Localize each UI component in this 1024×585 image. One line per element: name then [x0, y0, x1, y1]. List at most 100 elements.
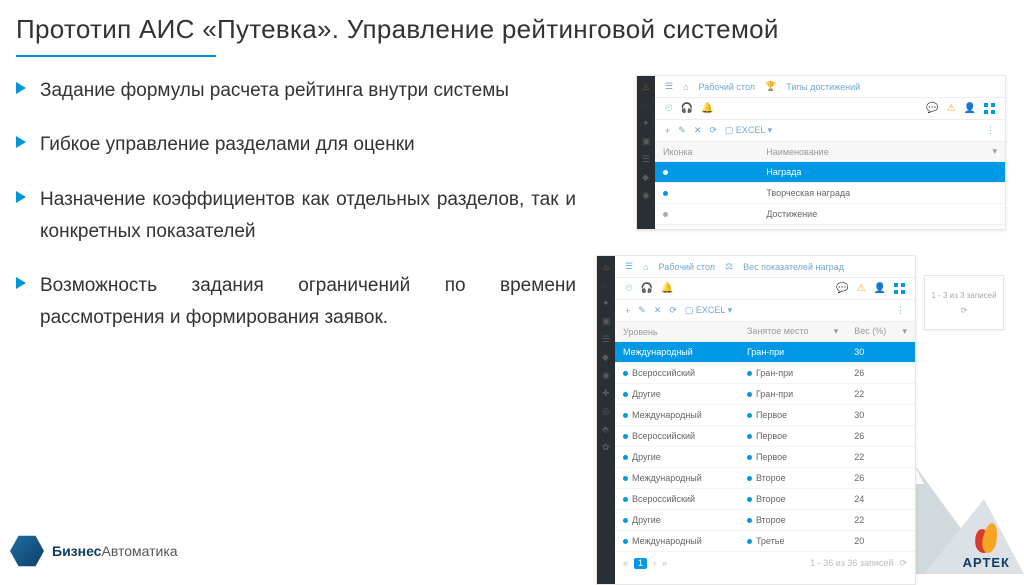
table-row[interactable]: Награда	[655, 162, 1005, 183]
sidebar: ♨ ◌ ✦ ▣ ☰ ◆ ◉ ✚ ◎ ⬘ ✿	[597, 256, 615, 584]
warn-icon[interactable]: ⚠	[947, 103, 956, 114]
bullet-list: Задание формулы расчета рейтинга внутри …	[16, 75, 576, 357]
table-row[interactable]: Достижение	[655, 204, 1005, 225]
logo-hex-icon	[10, 534, 44, 568]
bell-icon[interactable]: 🔔	[661, 283, 673, 294]
brand-text: БизнесАвтоматика	[52, 543, 178, 559]
table-row[interactable]: МеждународныйВторое26	[615, 468, 915, 489]
table-row[interactable]: ВсероссийскийПервое26	[615, 426, 915, 447]
headset-icon[interactable]: 🎧	[641, 283, 653, 294]
table-toolbar: + ✎ ✕ ⟳ ▢ EXCEL ▾ ⋮	[615, 300, 915, 322]
chat-icon[interactable]: 💬	[926, 103, 938, 114]
title-underline	[16, 55, 216, 57]
more-icon[interactable]: ⋮	[896, 305, 905, 316]
breadcrumb-item[interactable]: Вес показателей наград	[743, 262, 844, 272]
artek-text: АРТЕК	[963, 555, 1010, 570]
page-current[interactable]: 1	[634, 558, 647, 569]
col-name[interactable]: Наименование	[758, 142, 984, 162]
sidebar-item[interactable]: ✦	[602, 298, 610, 306]
flame-icon[interactable]: ♨	[602, 262, 610, 270]
sidebar-item[interactable]: ✦	[642, 118, 650, 126]
bullet-icon	[16, 82, 26, 94]
table-row[interactable]: ВсероссийскийВторое24	[615, 489, 915, 510]
sidebar-item[interactable]: ▣	[602, 316, 610, 324]
table-row[interactable]: МеждународныйГран-при30	[615, 342, 915, 363]
sidebar-item[interactable]: ◎	[602, 406, 610, 414]
sidebar-item[interactable]: ◉	[642, 190, 650, 198]
add-button[interactable]: +	[625, 306, 630, 316]
edit-button[interactable]: ✎	[678, 125, 686, 136]
flame-icon[interactable]: ♨	[642, 82, 650, 90]
bullet-text: Гибкое управление разделами для оценки	[40, 129, 415, 161]
col-level[interactable]: Уровень	[615, 322, 739, 342]
bullet-icon	[16, 191, 26, 203]
chat-icon[interactable]: 💬	[836, 283, 848, 294]
add-button[interactable]: +	[665, 126, 670, 136]
page-info: 1 - 36 из 36 записей	[810, 558, 893, 569]
user-icon[interactable]: 👤	[964, 103, 976, 114]
table-row[interactable]: ВсероссийскийГран-при26	[615, 363, 915, 384]
sidebar-item[interactable]: ◌	[642, 100, 650, 108]
user-icon[interactable]: 👤	[874, 283, 886, 294]
bell-icon[interactable]: 🔔	[701, 103, 713, 114]
excel-button[interactable]: ▢ EXCEL ▾	[725, 125, 772, 136]
table-row[interactable]: ДругиеГран-при22	[615, 384, 915, 405]
bullet-text: Назначение коэффициентов как отдельных р…	[40, 184, 576, 249]
sidebar-item[interactable]: ☰	[642, 154, 650, 162]
headset-icon[interactable]: 🎧	[681, 103, 693, 114]
grid-icon[interactable]	[894, 283, 905, 294]
top-toolbar: ⏲ 🎧 🔔 💬 ⚠ 👤	[615, 278, 915, 300]
table-row[interactable]: ДругиеВторое22	[615, 510, 915, 531]
table-row[interactable]: МеждународныйТретье20	[615, 531, 915, 552]
types-table: Иконка Наименование ▾ Награда Творческая…	[655, 142, 1005, 225]
refresh-icon[interactable]: ⟳	[961, 306, 968, 315]
delete-button[interactable]: ✕	[694, 125, 702, 136]
sidebar-item[interactable]: ⬘	[602, 424, 610, 432]
refresh-button[interactable]: ⟳	[709, 125, 717, 136]
bullet-text: Задание формулы расчета рейтинга внутри …	[40, 75, 509, 107]
page-last[interactable]: »	[662, 558, 667, 569]
weights-icon: ⚖	[725, 261, 733, 272]
refresh-button[interactable]: ⟳	[669, 305, 677, 316]
page-title: Прототип АИС «Путевка». Управление рейти…	[0, 0, 1024, 51]
col-weight[interactable]: ▾Вес (%)	[846, 322, 915, 342]
sidebar-item[interactable]: ◉	[602, 370, 610, 378]
breadcrumb-item[interactable]: Типы достижений	[786, 82, 860, 92]
top-toolbar: ⏲ 🎧 🔔 💬 ⚠ 👤	[655, 98, 1005, 120]
menu-icon[interactable]: ☰	[665, 81, 673, 92]
table-row[interactable]: Творческая награда	[655, 183, 1005, 204]
home-icon[interactable]: ⌂	[683, 82, 688, 92]
edit-button[interactable]: ✎	[638, 305, 646, 316]
col-icon[interactable]: Иконка	[655, 142, 758, 162]
sidebar-item[interactable]: ◌	[602, 280, 610, 288]
more-icon[interactable]: ⋮	[986, 125, 995, 136]
col-place[interactable]: ▾Занятое место	[739, 322, 846, 342]
refresh-icon[interactable]: ⟳	[899, 558, 907, 569]
clock-icon[interactable]: ⏲	[665, 103, 673, 114]
menu-icon[interactable]: ☰	[625, 261, 633, 272]
sidebar-item[interactable]: ◆	[642, 172, 650, 180]
artek-logo: АРТЕК	[963, 513, 1010, 570]
footer-brand: БизнесАвтоматика	[10, 534, 178, 568]
sidebar-item[interactable]: ☰	[602, 334, 610, 342]
page-next[interactable]: ›	[653, 558, 656, 569]
grid-icon[interactable]	[984, 103, 995, 114]
sidebar-item[interactable]: ◆	[602, 352, 610, 360]
table-row[interactable]: МеждународныйПервое30	[615, 405, 915, 426]
home-icon[interactable]: ⌂	[643, 262, 648, 272]
sidebar-item[interactable]: ✿	[602, 442, 610, 450]
excel-button[interactable]: ▢ EXCEL ▾	[685, 305, 732, 316]
delete-button[interactable]: ✕	[654, 305, 662, 316]
clock-icon[interactable]: ⏲	[625, 283, 633, 294]
table-row[interactable]: ДругиеПервое22	[615, 447, 915, 468]
page-first[interactable]: «	[623, 558, 628, 569]
warn-icon[interactable]: ⚠	[857, 283, 866, 294]
sidebar: ♨ ◌ ✦ ▣ ☰ ◆ ◉	[637, 76, 655, 229]
breadcrumb-item[interactable]: Рабочий стол	[699, 82, 756, 92]
pagination: « 1 › » 1 - 36 из 36 записей ⟳	[615, 552, 915, 575]
breadcrumb-item[interactable]: Рабочий стол	[659, 262, 716, 272]
sidebar-item[interactable]: ▣	[642, 136, 650, 144]
filter-icon[interactable]: ▾	[984, 142, 1005, 162]
trophy-icon: 🏆	[765, 81, 776, 92]
sidebar-item[interactable]: ✚	[602, 388, 610, 396]
